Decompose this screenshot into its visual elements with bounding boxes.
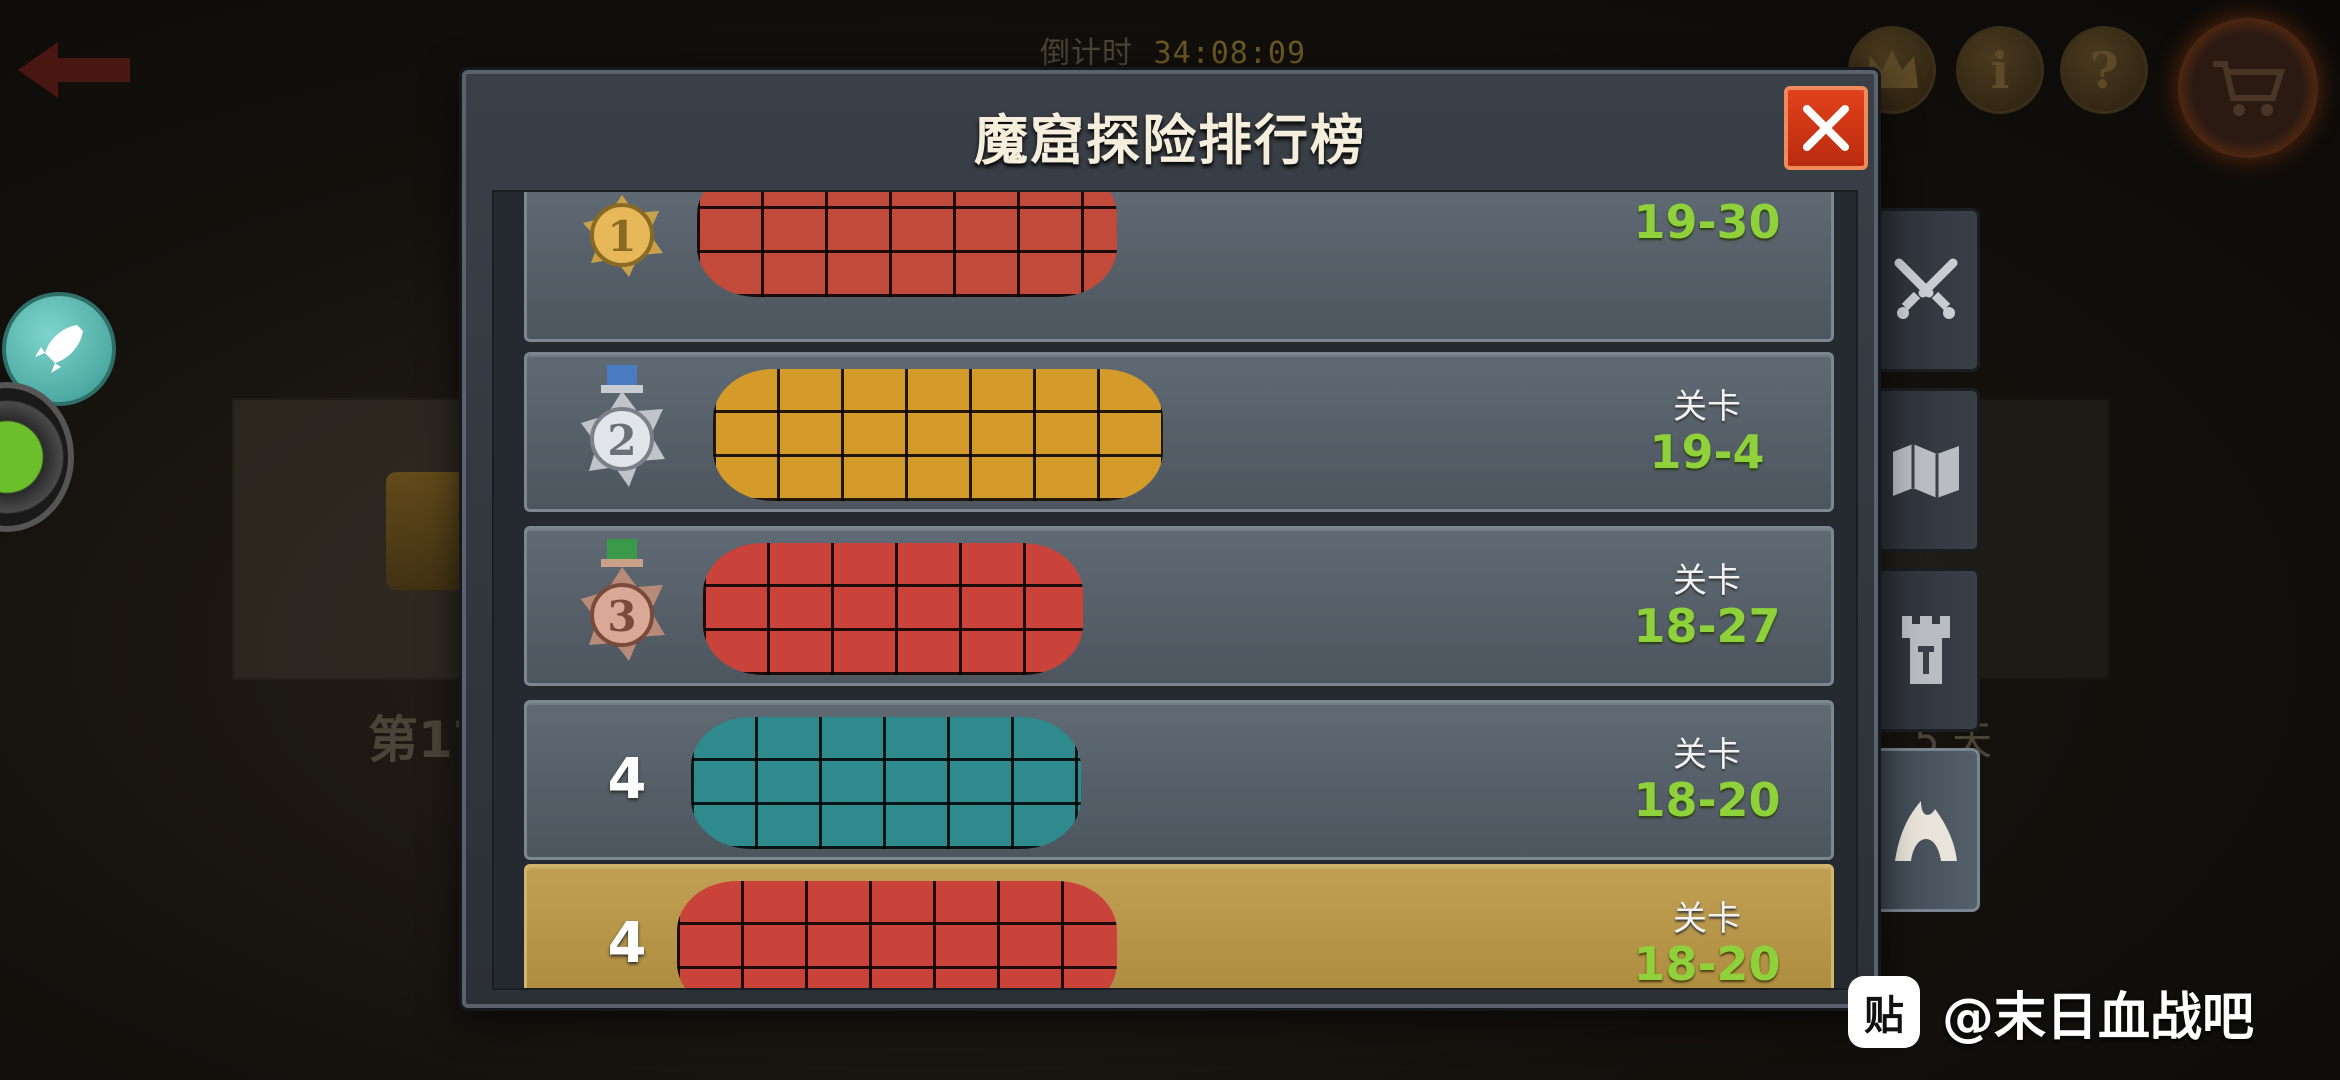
crossed-swords-icon <box>1894 258 1957 319</box>
back-arrow-icon[interactable] <box>18 40 130 100</box>
stage-value: 18-20 <box>1633 773 1781 827</box>
modal-title: 魔窟探险排行榜 <box>974 109 1366 172</box>
stage-label: 关卡 <box>1673 735 1741 775</box>
countdown-value: 34:08:09 <box>1153 36 1307 71</box>
player-name-redacted <box>691 717 1081 849</box>
leaderboard-row[interactable]: 2 关卡 19-4 <box>524 352 1834 512</box>
stage-value: 18-20 <box>1633 937 1781 990</box>
countdown-timer: 倒计时 34:08:09 <box>1040 28 1306 72</box>
medal-number: 1 <box>607 212 636 261</box>
tab-map[interactable] <box>1874 388 1980 552</box>
silver-medal-icon: 2 <box>581 365 665 487</box>
stage-value: 19-30 <box>1633 195 1781 249</box>
close-button[interactable] <box>1784 86 1868 170</box>
leaderboard-row[interactable]: 4 关卡 18-20 <box>524 700 1834 860</box>
countdown-label: 倒计时 <box>1040 36 1133 71</box>
tieba-logo-icon: 贴 <box>1848 976 1920 1048</box>
map-icon <box>1892 444 1959 498</box>
help-icon[interactable]: ? <box>2060 26 2148 114</box>
info-glyph: i <box>1990 40 2010 100</box>
shop-cart-icon[interactable] <box>2178 18 2318 158</box>
stage-label: 关卡 <box>1673 899 1741 939</box>
leaderboard-list[interactable]: 1 19-30 2 关卡 19-4 3 关卡 18-27 4 关卡 18-20 … <box>492 190 1858 990</box>
watermark-text: @末日血战吧 <box>1942 987 2255 1048</box>
gold-medal-icon: 1 <box>583 195 663 277</box>
tab-cave[interactable] <box>1874 748 1980 912</box>
tab-tower[interactable] <box>1874 568 1980 732</box>
leaderboard-row-self[interactable]: 4 关卡 18-20 <box>524 864 1834 988</box>
stage-label: 关卡 <box>1673 561 1741 601</box>
help-glyph: ? <box>2089 40 2119 100</box>
rank-number: 4 <box>607 911 647 976</box>
player-name-redacted <box>697 192 1117 297</box>
leaderboard-modal: 魔窟探险排行榜 1 19-30 2 关卡 19-4 3 关卡 18-27 4 关… <box>462 70 1878 1008</box>
stage-value: 18-27 <box>1633 599 1781 653</box>
player-name-redacted <box>677 881 1117 988</box>
player-name-redacted <box>703 543 1083 675</box>
player-name-redacted <box>713 369 1163 501</box>
stage-label: 关卡 <box>1673 387 1741 427</box>
medal-number: 2 <box>607 416 636 465</box>
leaderboard-row[interactable]: 3 关卡 18-27 <box>524 526 1834 686</box>
bronze-medal-icon: 3 <box>581 539 665 661</box>
stage-value: 19-4 <box>1649 425 1765 479</box>
tab-battle[interactable] <box>1874 208 1980 372</box>
info-icon[interactable]: i <box>1956 26 2044 114</box>
leaderboard-row[interactable]: 1 19-30 <box>524 192 1834 342</box>
close-icon <box>1803 105 1849 151</box>
rank-number: 4 <box>607 747 647 812</box>
cave-icon <box>1894 801 1957 861</box>
tower-icon <box>1901 616 1950 684</box>
medal-number: 3 <box>607 592 636 641</box>
watermark: 贴 @末日血战吧 <box>1848 972 2254 1052</box>
